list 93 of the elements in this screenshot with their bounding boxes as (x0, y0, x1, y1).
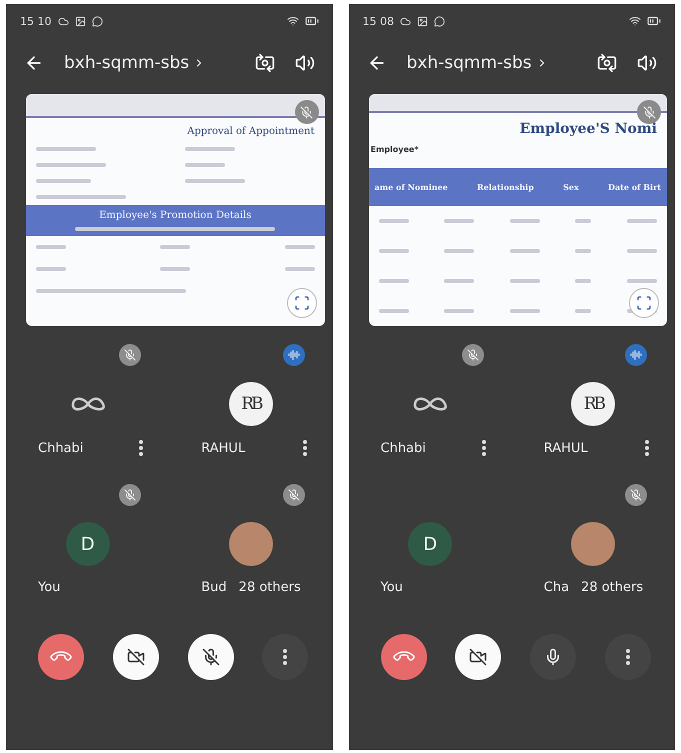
blurred-text (160, 245, 190, 249)
camera-off-icon (126, 648, 145, 666)
monogram-avatar: RB (571, 382, 616, 426)
page-heading: Approval of Appointment (187, 126, 314, 137)
camera-off-icon (469, 648, 488, 666)
fullscreen-icon (294, 295, 310, 311)
blurred-text (444, 309, 474, 313)
section-title: Employee's Promotion Details (99, 210, 252, 221)
switch-camera-icon[interactable] (597, 53, 617, 73)
column-header: Date of Birt (608, 182, 661, 192)
blurred-text (36, 163, 106, 167)
meeting-title[interactable]: bxh-sqmm-sbs (406, 53, 532, 73)
participant-name: RAHUL (201, 440, 246, 456)
kebab-icon (626, 649, 630, 665)
participant-name: Chhabi (38, 440, 84, 456)
cloud-icon (400, 16, 411, 26)
battery-icon (304, 14, 318, 28)
blurred-text (36, 245, 66, 249)
mic-off-icon (202, 648, 220, 666)
speaker-icon[interactable] (637, 53, 657, 73)
participant-name: You (380, 580, 403, 595)
kebab-icon (139, 440, 144, 456)
blurred-text (36, 147, 96, 151)
blurred-text (575, 309, 592, 313)
blurred-text (575, 219, 592, 223)
photo-placeholder (228, 522, 273, 566)
more-options-button[interactable] (645, 440, 649, 456)
battery-icon (647, 14, 661, 28)
blurred-text (185, 147, 236, 151)
blurred-text (185, 179, 246, 183)
meeting-title[interactable]: bxh-sqmm-sbs (64, 53, 190, 73)
hang-up-button[interactable] (380, 634, 427, 680)
chat-icon (434, 16, 445, 26)
column-header: Sex (563, 182, 579, 192)
participant-name: Cha (544, 580, 570, 595)
blurred-text (510, 219, 540, 223)
chat-icon (92, 16, 102, 26)
blurred-text (444, 279, 474, 283)
initial-avatar: D (66, 522, 110, 566)
blurred-text (444, 219, 474, 223)
blurred-text (378, 219, 408, 223)
kebab-icon (645, 440, 649, 456)
participant-name: You (38, 580, 60, 595)
fullscreen-button[interactable] (629, 288, 659, 318)
page-heading: Employee'S Nomi (520, 121, 657, 137)
initial-avatar: D (408, 522, 452, 566)
blurred-text (185, 163, 226, 167)
blurred-text (575, 279, 592, 283)
blurred-text (284, 267, 314, 271)
field-label: Employee* (370, 144, 420, 156)
fullscreen-button[interactable] (286, 288, 316, 318)
blurred-text (627, 249, 657, 253)
kebab-icon (283, 649, 288, 665)
more-options-button[interactable] (482, 440, 486, 456)
blurred-text (160, 267, 190, 271)
blurred-text (510, 249, 540, 253)
microphone-button[interactable] (188, 634, 234, 680)
blurred-text (36, 267, 66, 271)
blurred-text (510, 279, 540, 283)
speaker-icon[interactable] (294, 53, 314, 73)
others-count: 28 others (581, 580, 644, 595)
column-header: Relationship (477, 182, 534, 192)
camera-button[interactable] (112, 634, 159, 680)
blurred-text (444, 249, 474, 253)
photo-placeholder (571, 522, 616, 566)
hang-up-button[interactable] (38, 634, 84, 680)
image-icon (74, 16, 86, 26)
blurred-text (627, 219, 657, 223)
participant-name: Chhabi (380, 440, 426, 456)
fullscreen-icon (636, 295, 652, 311)
blurred-text (284, 245, 314, 249)
blurred-text (378, 309, 408, 313)
camera-button[interactable] (455, 634, 502, 680)
more-options-button[interactable] (302, 440, 306, 456)
kebab-icon (302, 440, 306, 456)
blurred-text (575, 249, 592, 253)
status-time: 15 10 (20, 14, 52, 28)
column-header: ame of Nominee (374, 182, 448, 192)
image-icon (417, 16, 428, 26)
switch-camera-icon[interactable] (254, 53, 274, 73)
blurred-text (36, 179, 91, 183)
participant-name: RAHUL (544, 440, 588, 456)
monogram-avatar: RB (228, 382, 273, 426)
blurred-text (378, 279, 408, 283)
blurred-text (378, 249, 408, 253)
status-time: 15 08 (362, 14, 394, 28)
cloud-icon (58, 16, 68, 26)
others-count: 28 others (238, 580, 301, 595)
more-options-button[interactable] (139, 440, 144, 456)
kebab-icon (482, 440, 486, 456)
blurred-text (510, 309, 540, 313)
blurred-text (627, 279, 657, 283)
participant-name: Bud (201, 580, 227, 595)
